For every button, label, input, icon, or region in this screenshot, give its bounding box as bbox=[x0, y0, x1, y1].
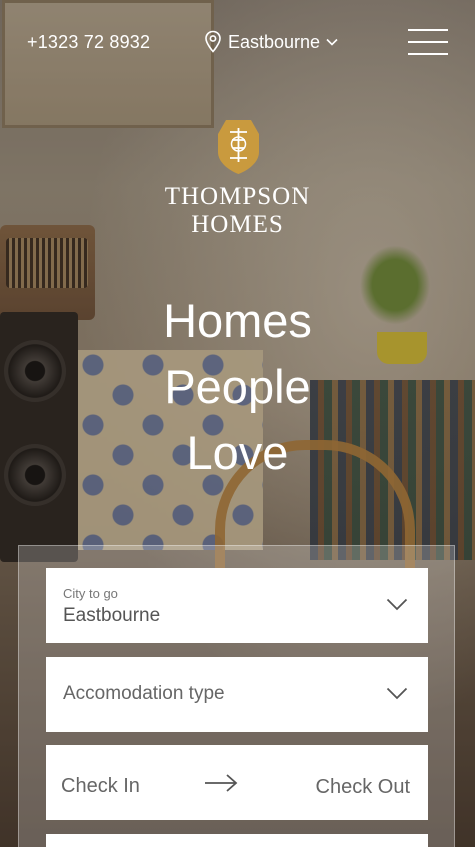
brand-name-line2: Homes bbox=[191, 211, 284, 238]
chevron-down-icon bbox=[386, 598, 408, 616]
map-pin-icon bbox=[204, 30, 222, 54]
headline-line: Homes bbox=[163, 294, 312, 347]
guests-field[interactable] bbox=[46, 834, 428, 847]
chevron-down-icon bbox=[326, 38, 338, 46]
phone-link[interactable]: +1323 72 8932 bbox=[27, 32, 150, 53]
headline-line: Love bbox=[186, 426, 289, 479]
chevron-down-icon bbox=[386, 687, 408, 705]
arrow-right-icon bbox=[204, 773, 238, 798]
hero-headline: Homes People Love bbox=[0, 288, 475, 486]
check-out-field[interactable]: Check Out bbox=[316, 776, 410, 799]
location-label: Eastbourne bbox=[228, 31, 321, 52]
brand-logo[interactable]: Thompson Homes bbox=[0, 118, 475, 239]
hamburger-menu-icon[interactable] bbox=[408, 29, 448, 55]
accommodation-placeholder: Accomodation type bbox=[63, 683, 225, 704]
check-in-field[interactable]: Check In bbox=[61, 775, 140, 798]
city-select[interactable]: City to go Eastbourne bbox=[46, 568, 428, 643]
city-value: Eastbourne bbox=[63, 605, 161, 626]
date-range-picker[interactable]: Check In Check Out bbox=[46, 745, 428, 820]
top-bar: +1323 72 8932 Eastbourne bbox=[0, 0, 475, 86]
crest-icon bbox=[216, 118, 261, 175]
brand-name-line1: Thompson bbox=[164, 183, 311, 210]
location-selector[interactable]: Eastbourne bbox=[204, 30, 338, 54]
city-label: City to go bbox=[63, 586, 118, 601]
accommodation-type-select[interactable]: Accomodation type bbox=[46, 657, 428, 732]
headline-line: People bbox=[164, 360, 311, 413]
